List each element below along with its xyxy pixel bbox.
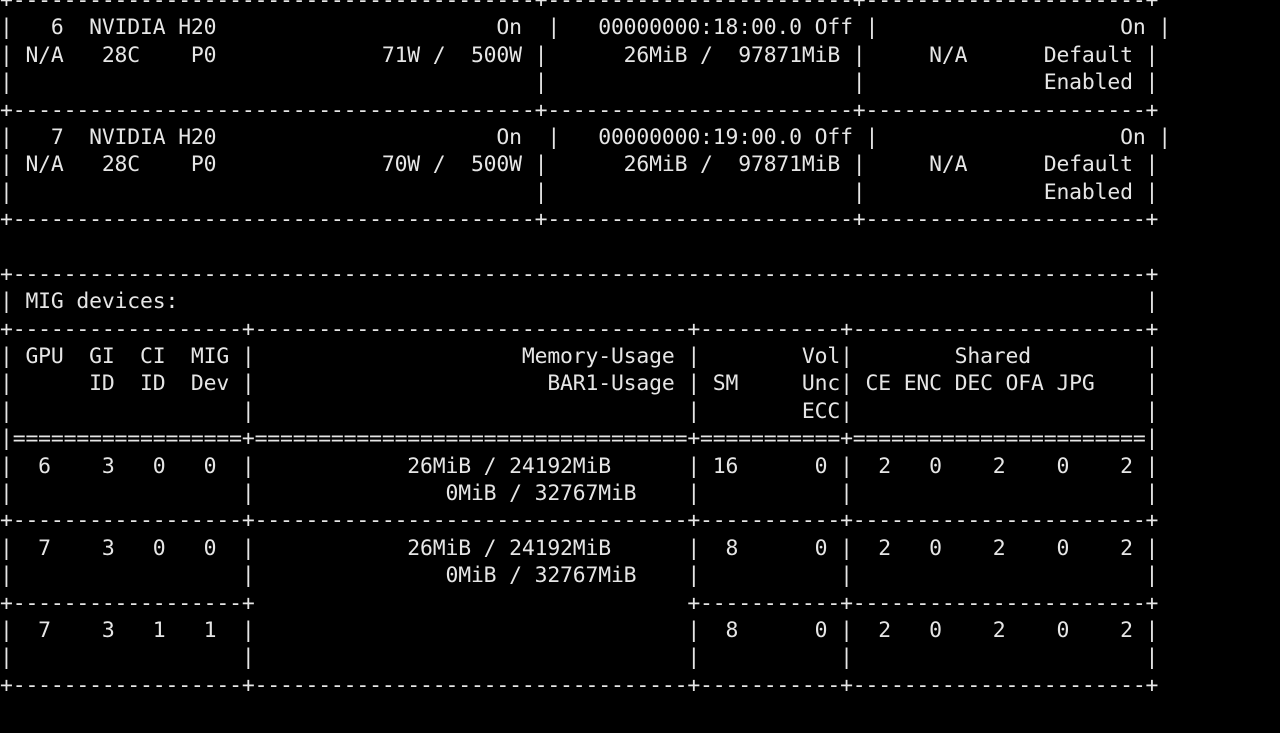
terminal-line: | 7 3 0 0 | 26MiB / 24192MiB | 8 0 | 2 0… <box>0 535 1159 561</box>
terminal-line: | ID ID Dev | BAR1-Usage | SM Unc| CE EN… <box>0 371 1159 397</box>
terminal-line: +---------------------------------------… <box>0 207 1159 233</box>
terminal-line: | 7 NVIDIA H20 On | 00000000:19:00.0 Off… <box>0 124 1171 150</box>
terminal-line: | MIG devices: | <box>0 289 1159 315</box>
terminal-line: | GPU GI CI MIG | Memory-Usage | Vol| Sh… <box>0 344 1159 370</box>
terminal-line: +---------------------------------------… <box>0 0 1159 13</box>
terminal-line: +------------------+--------------------… <box>0 316 1159 342</box>
terminal-line: +---------------------------------------… <box>0 261 1159 287</box>
terminal-line: | N/A 28C P0 71W / 500W | 26MiB / 97871M… <box>0 42 1159 68</box>
terminal-line: | | | Enabled | <box>0 70 1159 96</box>
terminal-line: | | | Enabled | <box>0 179 1159 205</box>
terminal-line: |==================+====================… <box>0 426 1159 452</box>
terminal-line: +------------------+--------------------… <box>0 672 1159 698</box>
terminal-line: | 7 3 1 1 | | 8 0 | 2 0 2 0 2 | <box>0 617 1159 643</box>
terminal-line: +------------------+--------------------… <box>0 508 1159 534</box>
terminal-line: +------------------+ +-----------+------… <box>0 590 1159 616</box>
terminal-line: | N/A 28C P0 70W / 500W | 26MiB / 97871M… <box>0 152 1159 178</box>
terminal-line: +---------------------------------------… <box>0 97 1159 123</box>
terminal-line: | 6 NVIDIA H20 On | 00000000:18:00.0 Off… <box>0 15 1171 41</box>
terminal-line: | | 0MiB / 32767MiB | | | <box>0 481 1159 507</box>
terminal-output: +---------------------------------------… <box>0 0 1171 699</box>
terminal-line: | | 0MiB / 32767MiB | | | <box>0 563 1159 589</box>
terminal-line: | | | ECC| | <box>0 398 1159 424</box>
terminal-line: | | | | | <box>0 645 1159 671</box>
terminal-line: | 6 3 0 0 | 26MiB / 24192MiB | 16 0 | 2 … <box>0 453 1159 479</box>
